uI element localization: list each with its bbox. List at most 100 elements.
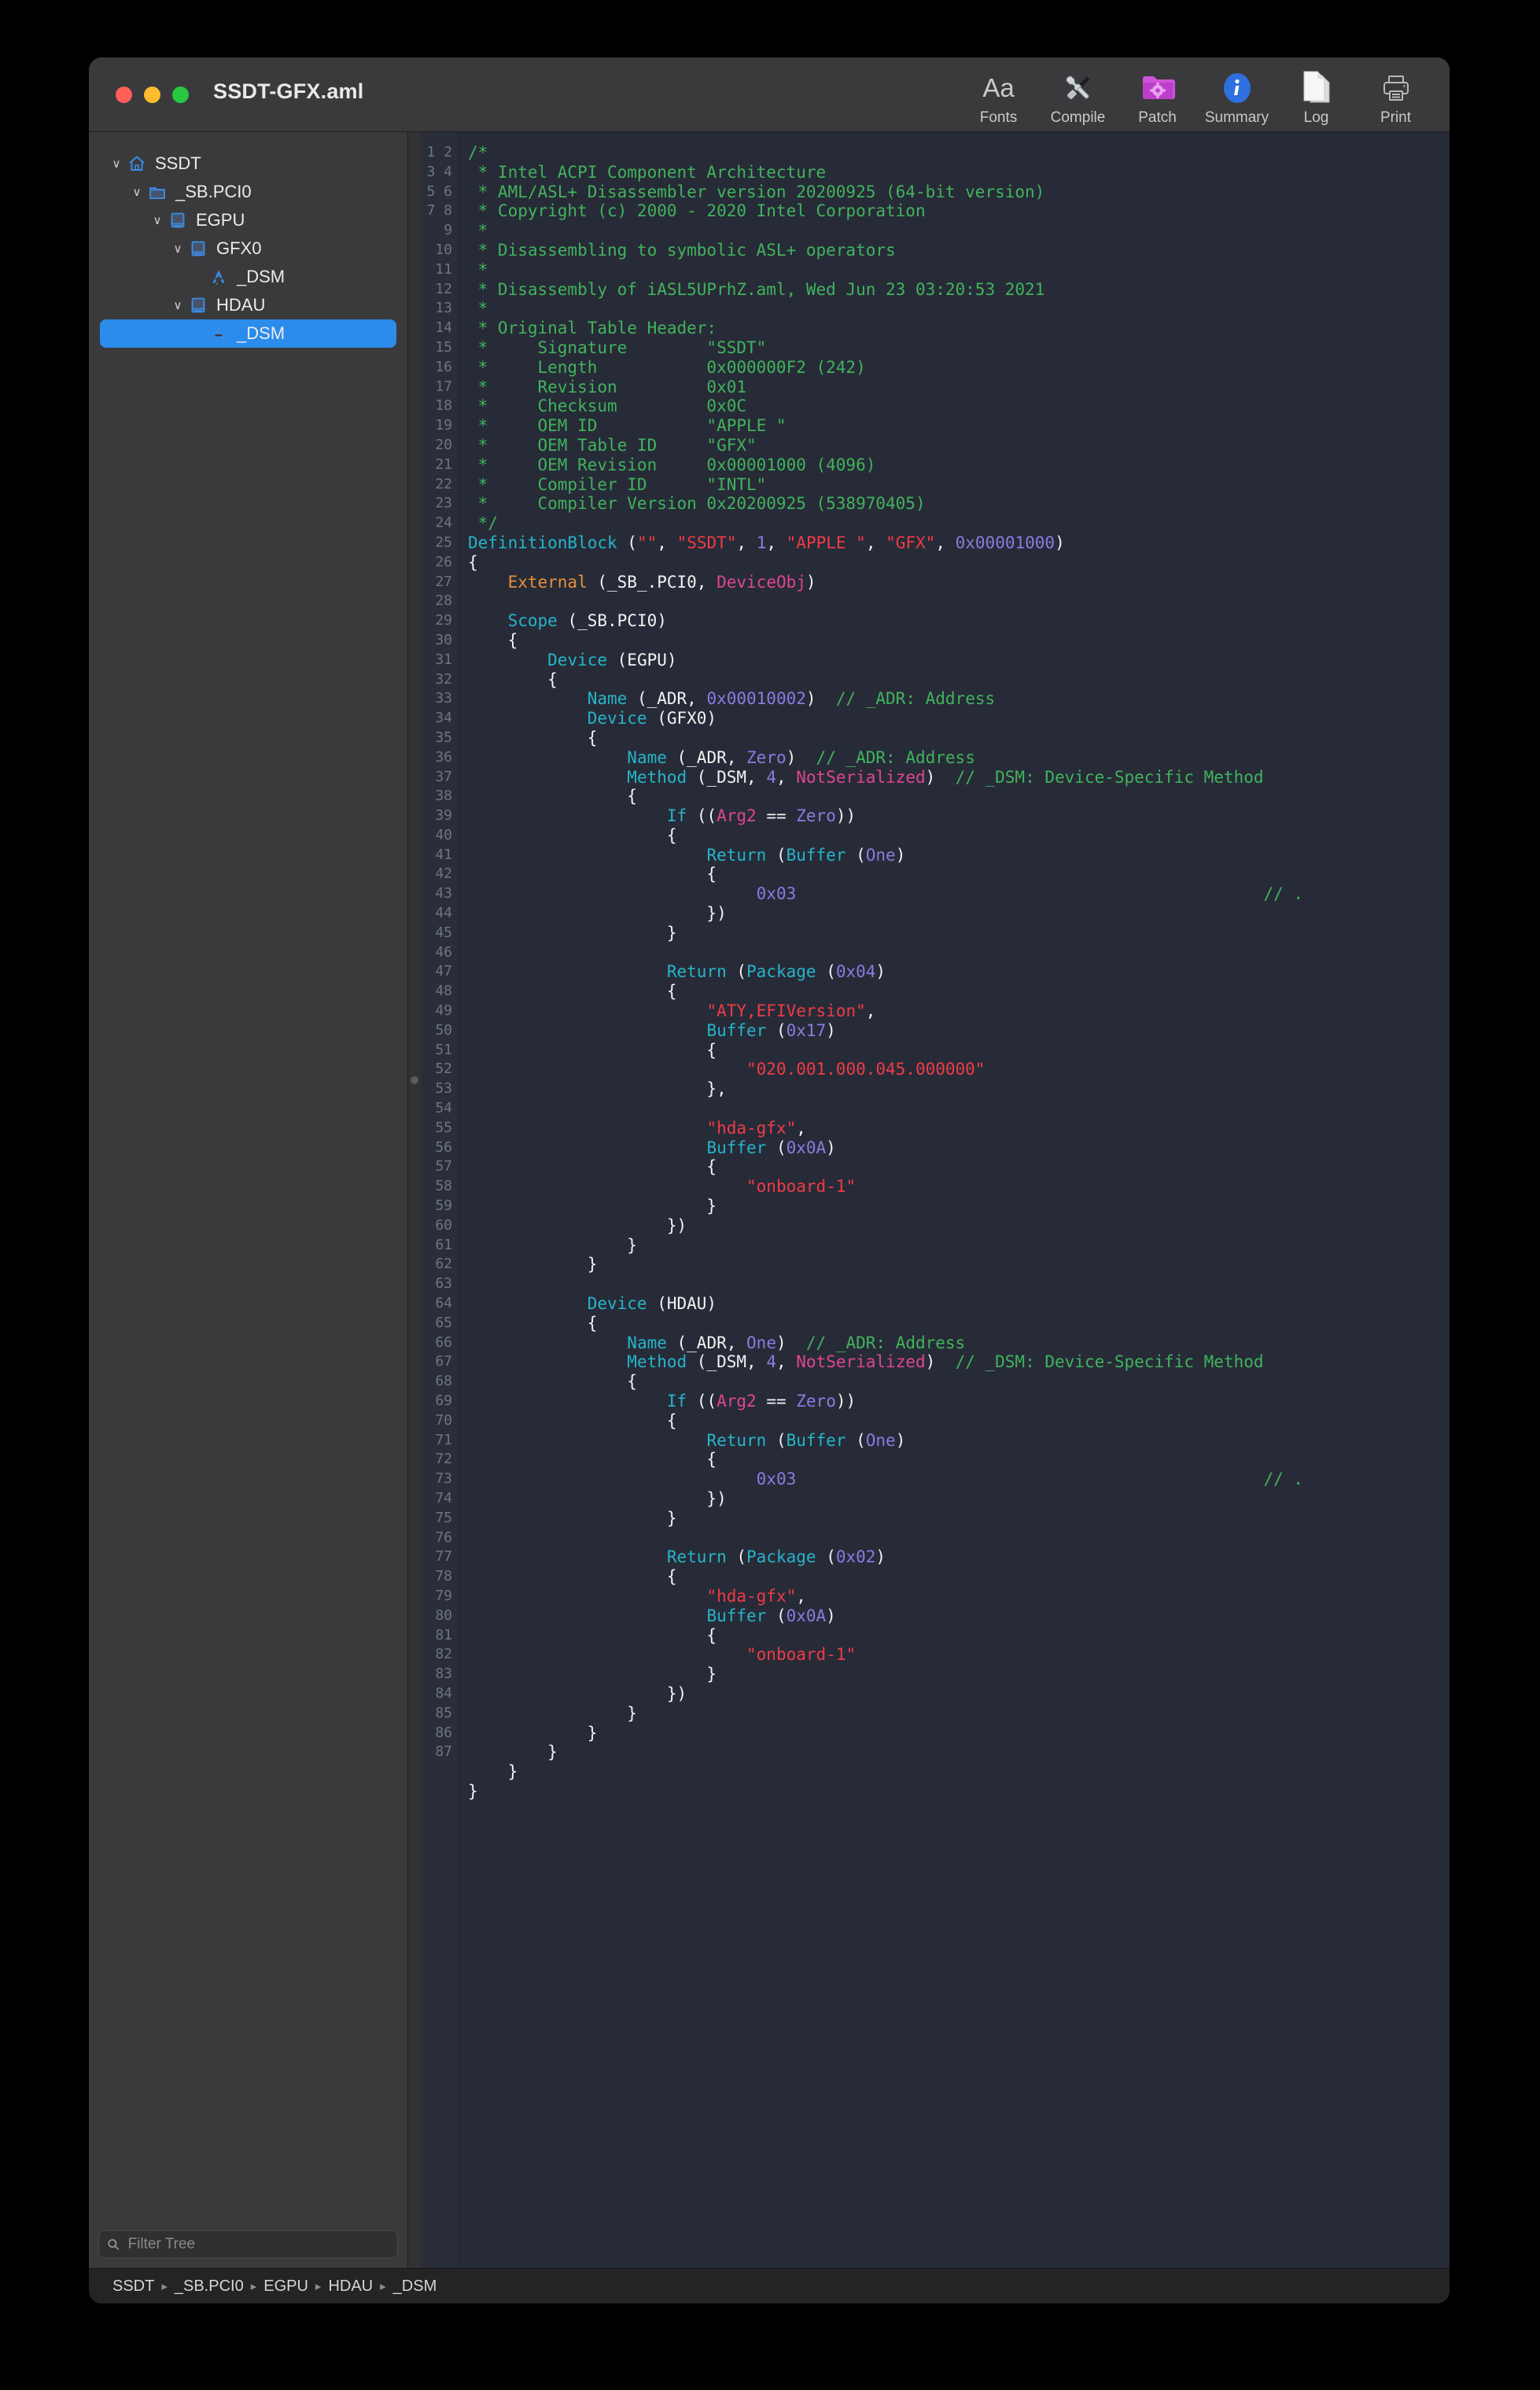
- toolbar-button-patch[interactable]: Patch: [1118, 64, 1197, 127]
- code-token-pln: [468, 1431, 706, 1450]
- code-token-pln: ,: [776, 768, 796, 787]
- code-token-pln: [468, 651, 547, 669]
- filter-tree-input[interactable]: [127, 2235, 389, 2254]
- home-icon: [127, 154, 146, 173]
- tree-item--sb-pci0[interactable]: ∨_SB.PCI0: [100, 178, 396, 206]
- toolbar-label-log: Log: [1304, 109, 1329, 127]
- tree-spacer: ·: [190, 328, 207, 340]
- tree-item-ssdt[interactable]: ∨ SSDT: [100, 149, 396, 178]
- code-line: {: [468, 1626, 1450, 1646]
- code-token-num: 0x0A: [787, 1138, 827, 1157]
- code-token-pln: {: [468, 1157, 717, 1176]
- code-token-pln: (: [766, 1021, 786, 1040]
- zoom-button[interactable]: [172, 87, 189, 103]
- code-token-pln: {: [468, 1626, 717, 1645]
- code-line: Name (_ADR, Zero) // _ADR: Address: [468, 748, 1450, 768]
- code-token-pln: ,: [935, 533, 955, 552]
- breadcrumb-item[interactable]: HDAU: [328, 2278, 373, 2296]
- toolbar-button-log[interactable]: Log: [1277, 64, 1356, 127]
- minimize-button[interactable]: [144, 87, 160, 103]
- filter-tree-box[interactable]: [98, 2230, 398, 2259]
- chevron-down-icon[interactable]: ∨: [108, 158, 125, 170]
- printer-icon: [1380, 70, 1412, 106]
- code-token-pln: [468, 884, 757, 903]
- code-line: Method (_DSM, 4, NotSerialized) // _DSM:…: [468, 768, 1450, 787]
- code-token-pln: ): [776, 1333, 806, 1352]
- toolbar-button-summary[interactable]: Summary: [1197, 64, 1277, 127]
- toolbar-button-print[interactable]: Print: [1356, 64, 1435, 127]
- code-line: */: [468, 514, 1450, 533]
- code-token-pln: ): [875, 962, 886, 981]
- toolbar-button-compile[interactable]: Compile: [1038, 64, 1118, 127]
- code-token-num: 0x0A: [787, 1606, 827, 1625]
- breadcrumb-separator: ▸: [161, 2279, 168, 2293]
- window-body: ∨SSDT∨_SB.PCI0∨EGPU∨GFX0·_DSM∨HDAU·_DSM …: [89, 132, 1450, 2268]
- code-line: }): [468, 904, 1450, 924]
- code-token-pln: {: [468, 553, 478, 572]
- code-token-org: External: [508, 573, 588, 592]
- tree-item-label: SSDT: [155, 153, 201, 174]
- tree-item--dsm[interactable]: ·_DSM: [100, 263, 396, 291]
- tree-item-gfx0[interactable]: ∨GFX0: [100, 234, 396, 263]
- app-window: SSDT-GFX.aml Aa Fonts: [89, 57, 1450, 2303]
- code-token-num: 0x00010002: [706, 689, 805, 708]
- code-line: }): [468, 1684, 1450, 1704]
- tree-item-hdau[interactable]: ∨HDAU: [100, 291, 396, 319]
- tree-item-egpu[interactable]: ∨ EGPU: [100, 206, 396, 234]
- code-token-cmt: // _ADR: Address: [816, 748, 975, 767]
- code-token-pln: {: [468, 1411, 677, 1430]
- code-token-cmt: * OEM ID "APPLE ": [468, 416, 787, 435]
- code-token-pln: }: [468, 1743, 558, 1761]
- toolbar-button-fonts[interactable]: Aa Fonts: [959, 64, 1038, 127]
- code-token-cmt: *: [468, 299, 488, 318]
- code-token-num: 1: [757, 533, 767, 552]
- editor-scrollbar[interactable]: [408, 132, 421, 2268]
- search-icon: [107, 2237, 120, 2252]
- chevron-down-icon[interactable]: ∨: [128, 186, 146, 198]
- code-token-kw: Scope: [508, 611, 558, 630]
- title-bar: SSDT-GFX.aml Aa Fonts: [89, 57, 1450, 132]
- code-token-str: "onboard-1": [746, 1177, 856, 1196]
- code-token-pln: ): [826, 1606, 836, 1625]
- breadcrumb-item[interactable]: _DSM: [393, 2278, 437, 2296]
- code-line: * Disassembling to symbolic ASL+ operato…: [468, 241, 1450, 260]
- scrollbar-thumb[interactable]: [411, 1076, 418, 1084]
- code-line: {: [468, 670, 1450, 690]
- code-token-pln: {: [468, 1041, 717, 1060]
- method-icon: [209, 324, 228, 343]
- code-line: * Copyright (c) 2000 - 2020 Intel Corpor…: [468, 201, 1450, 221]
- code-token-cmt: /*: [468, 143, 488, 162]
- tree-item--dsm-selected[interactable]: ·_DSM: [100, 319, 396, 348]
- code-line: {: [468, 728, 1450, 748]
- code-token-mag: NotSerialized: [796, 768, 925, 787]
- code-content[interactable]: /* * Intel ACPI Component Architecture *…: [459, 132, 1450, 2268]
- code-line: [468, 1529, 1450, 1548]
- code-line: * OEM ID "APPLE ": [468, 416, 1450, 436]
- code-token-pln: [468, 573, 508, 592]
- code-token-str: "GFX": [886, 533, 935, 552]
- code-token-pln: {: [468, 1314, 597, 1333]
- tree-item-label: EGPU: [196, 210, 245, 231]
- chevron-down-icon[interactable]: ∨: [169, 300, 186, 312]
- code-line: }: [468, 1724, 1450, 1743]
- sidebar: ∨SSDT∨_SB.PCI0∨EGPU∨GFX0·_DSM∨HDAU·_DSM: [89, 132, 408, 2268]
- window-title: SSDT-GFX.aml: [213, 79, 363, 104]
- code-token-pln: [468, 846, 706, 865]
- breadcrumb-item[interactable]: _SB.PCI0: [175, 2278, 244, 2296]
- code-line: * Disassembly of iASL5UPrhZ.aml, Wed Jun…: [468, 280, 1450, 300]
- breadcrumb-item[interactable]: SSDT: [112, 2278, 154, 2296]
- code-line: Buffer (0x0A): [468, 1138, 1450, 1158]
- code-line: Name (_ADR, One) // _ADR: Address: [468, 1333, 1450, 1353]
- code-token-cmt: * Checksum 0x0C: [468, 396, 746, 415]
- chevron-down-icon[interactable]: ∨: [169, 243, 186, 255]
- code-line: "hda-gfx",: [468, 1119, 1450, 1138]
- code-line: * Signature "SSDT": [468, 338, 1450, 358]
- breadcrumb-item[interactable]: EGPU: [263, 2278, 308, 2296]
- code-token-pln: (_ADR,: [667, 748, 746, 767]
- code-line: Name (_ADR, 0x00010002) // _ADR: Address: [468, 689, 1450, 709]
- chevron-down-icon[interactable]: ∨: [149, 215, 166, 227]
- code-line: [468, 592, 1450, 611]
- code-token-pln: [468, 1021, 706, 1040]
- close-button[interactable]: [116, 87, 132, 103]
- code-token-pln: (_ADR,: [627, 689, 706, 708]
